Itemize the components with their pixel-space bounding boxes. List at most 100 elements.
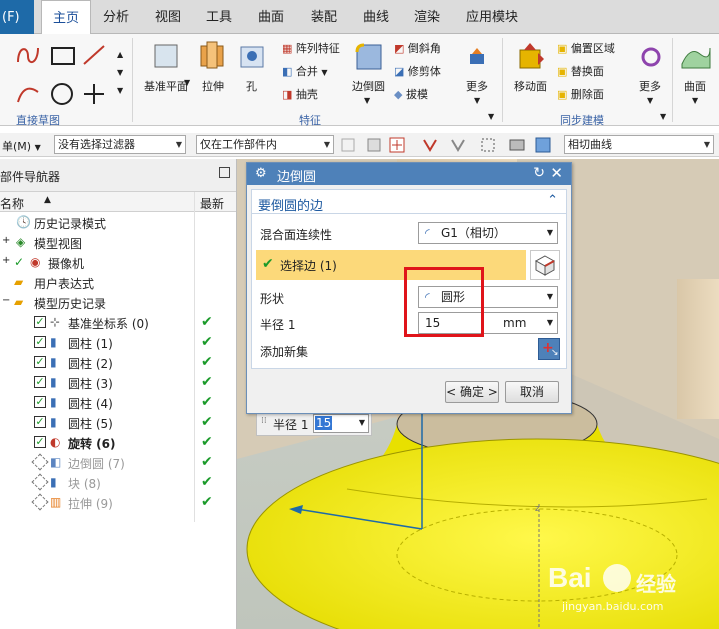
visibility-checkbox[interactable]: ✓ — [34, 416, 46, 428]
close-icon[interactable]: ✕ — [550, 164, 563, 182]
onscreen-radius-input[interactable]: 15 ▼ — [313, 414, 369, 433]
datum-plane-button[interactable]: 基准平面 — [144, 78, 188, 94]
tree-row-user-expressions[interactable]: ▰ 用户表达式 — [0, 272, 236, 292]
edge-blend-button[interactable]: 边倒圆 — [352, 78, 385, 94]
menu-curve[interactable]: 曲线 — [363, 0, 389, 34]
column-latest-header[interactable]: 最新 — [200, 195, 224, 212]
delete-face-button[interactable]: ▣ 删除面 — [557, 86, 604, 102]
shell-button[interactable]: ◨ 抽壳 — [282, 86, 318, 102]
radius-unit-select[interactable]: mm — [503, 313, 526, 333]
menu-analysis[interactable]: 分析 — [103, 0, 129, 34]
visibility-checkbox[interactable]: ✓ — [34, 396, 46, 408]
gear-icon[interactable]: ⚙ — [255, 166, 267, 181]
extrude-button[interactable]: 拉伸 — [202, 78, 224, 94]
collapse-icon[interactable]: − — [2, 295, 10, 306]
visibility-checkbox[interactable]: ✓ — [34, 356, 46, 368]
selection-filter-select[interactable]: 没有选择过滤器 ▼ — [54, 135, 186, 154]
snap-tools-icons[interactable] — [340, 136, 560, 154]
cancel-button[interactable]: 取消 — [505, 381, 559, 403]
tree-row-cylinder-5[interactable]: ✓ ▮ 圆柱 (5) ✔ — [0, 412, 236, 432]
surface-icon — [681, 47, 711, 69]
latest-check-icon: ✔ — [201, 354, 213, 370]
tree-row-cylinder-3[interactable]: ✓ ▮ 圆柱 (3) ✔ — [0, 372, 236, 392]
edge-blend-dropdown[interactable]: ▼ — [364, 96, 370, 105]
visibility-checkbox[interactable]: ✓ — [34, 376, 46, 388]
datum-plane-dropdown[interactable]: ▼ — [184, 78, 190, 87]
menu-surface[interactable]: 曲面 — [258, 0, 284, 34]
latest-check-icon: ✔ — [201, 434, 213, 450]
drag-handle-icon[interactable]: ⁞⁞ — [261, 416, 267, 426]
menu-assembly[interactable]: 装配 — [311, 0, 337, 34]
pattern-feature-button[interactable]: ▦ 阵列特征 — [282, 40, 340, 56]
add-new-set-button[interactable]: + ↘ — [538, 338, 560, 360]
chamfer-button[interactable]: ◩ 倒斜角 — [394, 40, 441, 56]
collapse-section-icon[interactable]: ⌃ — [547, 193, 558, 208]
trim-body-button[interactable]: ◪ 修剪体 — [394, 63, 441, 79]
menu-render[interactable]: 渲染 — [414, 0, 440, 34]
paw-icon — [603, 564, 631, 592]
more-feature-button[interactable]: 更多 — [466, 78, 488, 94]
tree-row-edge-blend-7[interactable]: ◧ 边倒圆 (7) ✔ — [0, 452, 236, 472]
hole-button[interactable]: 孔 — [246, 78, 257, 94]
menu-button[interactable]: 单(M) ▼ — [2, 138, 41, 154]
column-name-header[interactable]: 名称 — [0, 195, 24, 212]
folder-open-icon: ▰ — [14, 295, 24, 309]
latest-check-icon: ✔ — [201, 454, 213, 470]
tree-row-revolve-6[interactable]: ✓ ◐ 旋转 (6) ✔ — [0, 432, 236, 452]
menu-view[interactable]: 视图 — [155, 0, 181, 34]
edge-add-icon: ↘ — [551, 348, 559, 358]
menu-home-tab[interactable]: 主页 — [41, 0, 91, 35]
reset-icon[interactable]: ↻ — [533, 165, 545, 181]
cube-select-icon — [534, 255, 556, 276]
more-feature-dropdown[interactable]: ▼ — [474, 96, 480, 105]
tree-row-model-history[interactable]: − ▰ 模型历史记录 — [0, 292, 236, 312]
move-face-button[interactable]: 移动面 — [514, 78, 547, 94]
check-icon: ✔ — [262, 256, 274, 272]
tree-row-model-views[interactable]: + ◈ 模型视图 — [0, 232, 236, 252]
curve-rule-select[interactable]: 相切曲线 ▼ — [564, 135, 714, 154]
tree-row-block-8[interactable]: ▮ 块 (8) ✔ — [0, 472, 236, 492]
tree-row-cameras[interactable]: + ✓ ◉ 摄像机 — [0, 252, 236, 272]
select-edge-button[interactable] — [530, 250, 560, 280]
visibility-checkbox[interactable]: ✓ — [34, 436, 46, 448]
file-menu[interactable]: (F) — [0, 0, 34, 34]
sketch-scroll-arrows[interactable]: ▲ ▼ ▼ — [117, 50, 123, 95]
more-sync-button[interactable]: 更多 — [639, 78, 661, 94]
feature-group-menu[interactable]: ▼ — [488, 112, 494, 121]
tree-row-cylinder-1[interactable]: ✓ ▮ 圆柱 (1) ✔ — [0, 332, 236, 352]
selection-scope-select[interactable]: 仅在工作部件内 ▼ — [196, 135, 334, 154]
menu-tools[interactable]: 工具 — [206, 0, 232, 34]
visibility-checkbox[interactable]: ✓ — [34, 336, 46, 348]
add-new-set-label: 添加新集 — [260, 345, 309, 359]
visibility-checkbox[interactable]: ✓ — [34, 316, 46, 328]
more-sync-dropdown[interactable]: ▼ — [647, 96, 653, 105]
surface-button[interactable]: 曲面 — [684, 78, 706, 94]
latest-check-icon: ✔ — [201, 494, 213, 510]
menu-applications[interactable]: 应用模块 — [466, 0, 518, 34]
surface-dropdown[interactable]: ▼ — [692, 96, 698, 105]
block-icon: ▮ — [50, 475, 57, 489]
section-header-edges[interactable]: 要倒圆的边 — [258, 195, 323, 214]
expand-icon[interactable]: + — [2, 255, 10, 266]
sort-asc-icon[interactable]: ▲ — [44, 195, 51, 205]
tree-row-cylinder-2[interactable]: ✓ ▮ 圆柱 (2) ✔ — [0, 352, 236, 372]
continuity-select[interactable]: ◜ G1（相切） ▼ — [418, 222, 558, 244]
draft-button[interactable]: ◆ 拔模 — [394, 86, 428, 102]
expand-icon[interactable]: + — [2, 235, 10, 246]
replace-face-button[interactable]: ▣ 替换面 — [557, 63, 604, 79]
group-label-sketch: 直接草图 — [16, 114, 60, 127]
sync-group-menu[interactable]: ▼ — [660, 112, 666, 121]
watermark-url: jingyan.baidu.com — [562, 600, 664, 613]
select-edge-row[interactable]: ✔ 选择边 (1) — [256, 250, 526, 280]
tree-row-history-mode[interactable]: 🕓 历史记录模式 — [0, 212, 236, 232]
sketch-tools-icons[interactable] — [14, 42, 114, 108]
tree-row-cylinder-4[interactable]: ✓ ▮ 圆柱 (4) ✔ — [0, 392, 236, 412]
tree-row-extrude-9[interactable]: ▥ 拉伸 (9) ✔ — [0, 492, 236, 512]
dialog-titlebar[interactable]: ⚙ 边倒圆 ↻ ✕ — [247, 163, 571, 185]
maximize-icon[interactable] — [219, 167, 230, 178]
unite-button[interactable]: ◧ 合并 ▼ — [282, 63, 328, 79]
offset-region-button[interactable]: ▣ 偏置区域 — [557, 40, 615, 56]
tree-row-datum-csys[interactable]: ✓ ⊹ 基准坐标系 (0) ✔ — [0, 312, 236, 332]
ok-button[interactable]: < 确定 > — [445, 381, 499, 403]
latest-check-icon: ✔ — [201, 394, 213, 410]
